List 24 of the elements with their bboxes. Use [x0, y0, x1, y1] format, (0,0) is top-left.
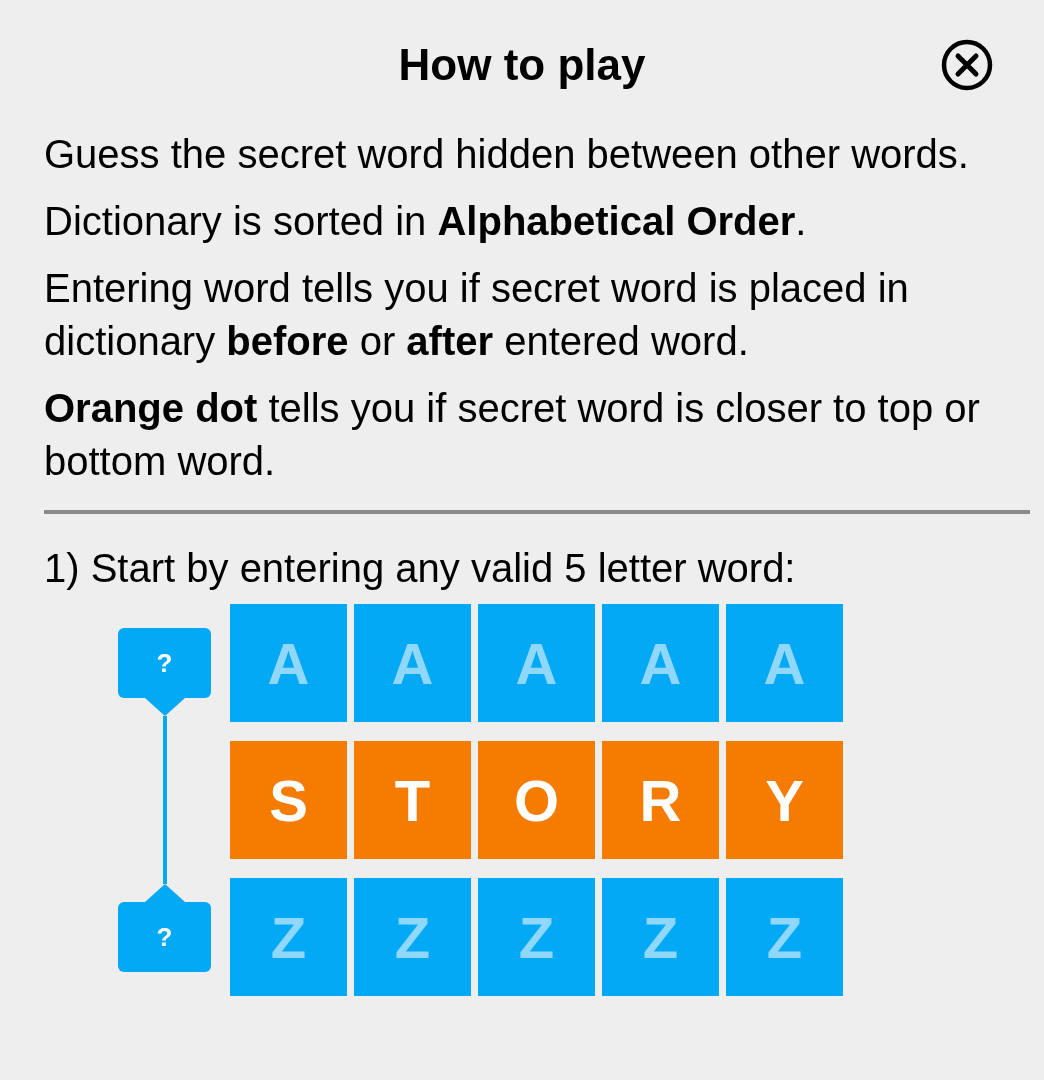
close-button[interactable]	[940, 38, 994, 92]
letter-tile: Z	[354, 878, 471, 996]
letter-tile: T	[354, 741, 471, 859]
letter-tile: Y	[726, 741, 843, 859]
letter-tile: Z	[230, 878, 347, 996]
letter-tile: A	[354, 604, 471, 722]
letter-tile: Z	[602, 878, 719, 996]
letter-tile: Z	[726, 878, 843, 996]
letter-tile: A	[602, 604, 719, 722]
letter-tile: A	[230, 604, 347, 722]
step-text: 1) Start by entering any valid 5 letter word:	[44, 545, 797, 592]
dialog-title: How to play	[398, 39, 646, 91]
instruction-text: Entering word tells you if secret word is placed in dictionary before or after entered word.	[44, 265, 910, 365]
instruction-text: Dictionary is sorted in Alphabetical Order.	[44, 198, 808, 245]
instruction-text: Orange dot tells you if secret word is closer to top or bottom word.	[44, 385, 981, 485]
letter-tile: A	[726, 604, 843, 722]
instruction-text: Guess the secret word hidden between other words.	[44, 131, 970, 178]
letter-tile: R	[602, 741, 719, 859]
letter-tile: A	[478, 604, 595, 722]
pointer-icon	[144, 884, 185, 902]
letter-tile: S	[230, 741, 347, 859]
pointer-icon	[144, 698, 185, 716]
letter-tile: Z	[478, 878, 595, 996]
letter-tile: O	[478, 741, 595, 859]
